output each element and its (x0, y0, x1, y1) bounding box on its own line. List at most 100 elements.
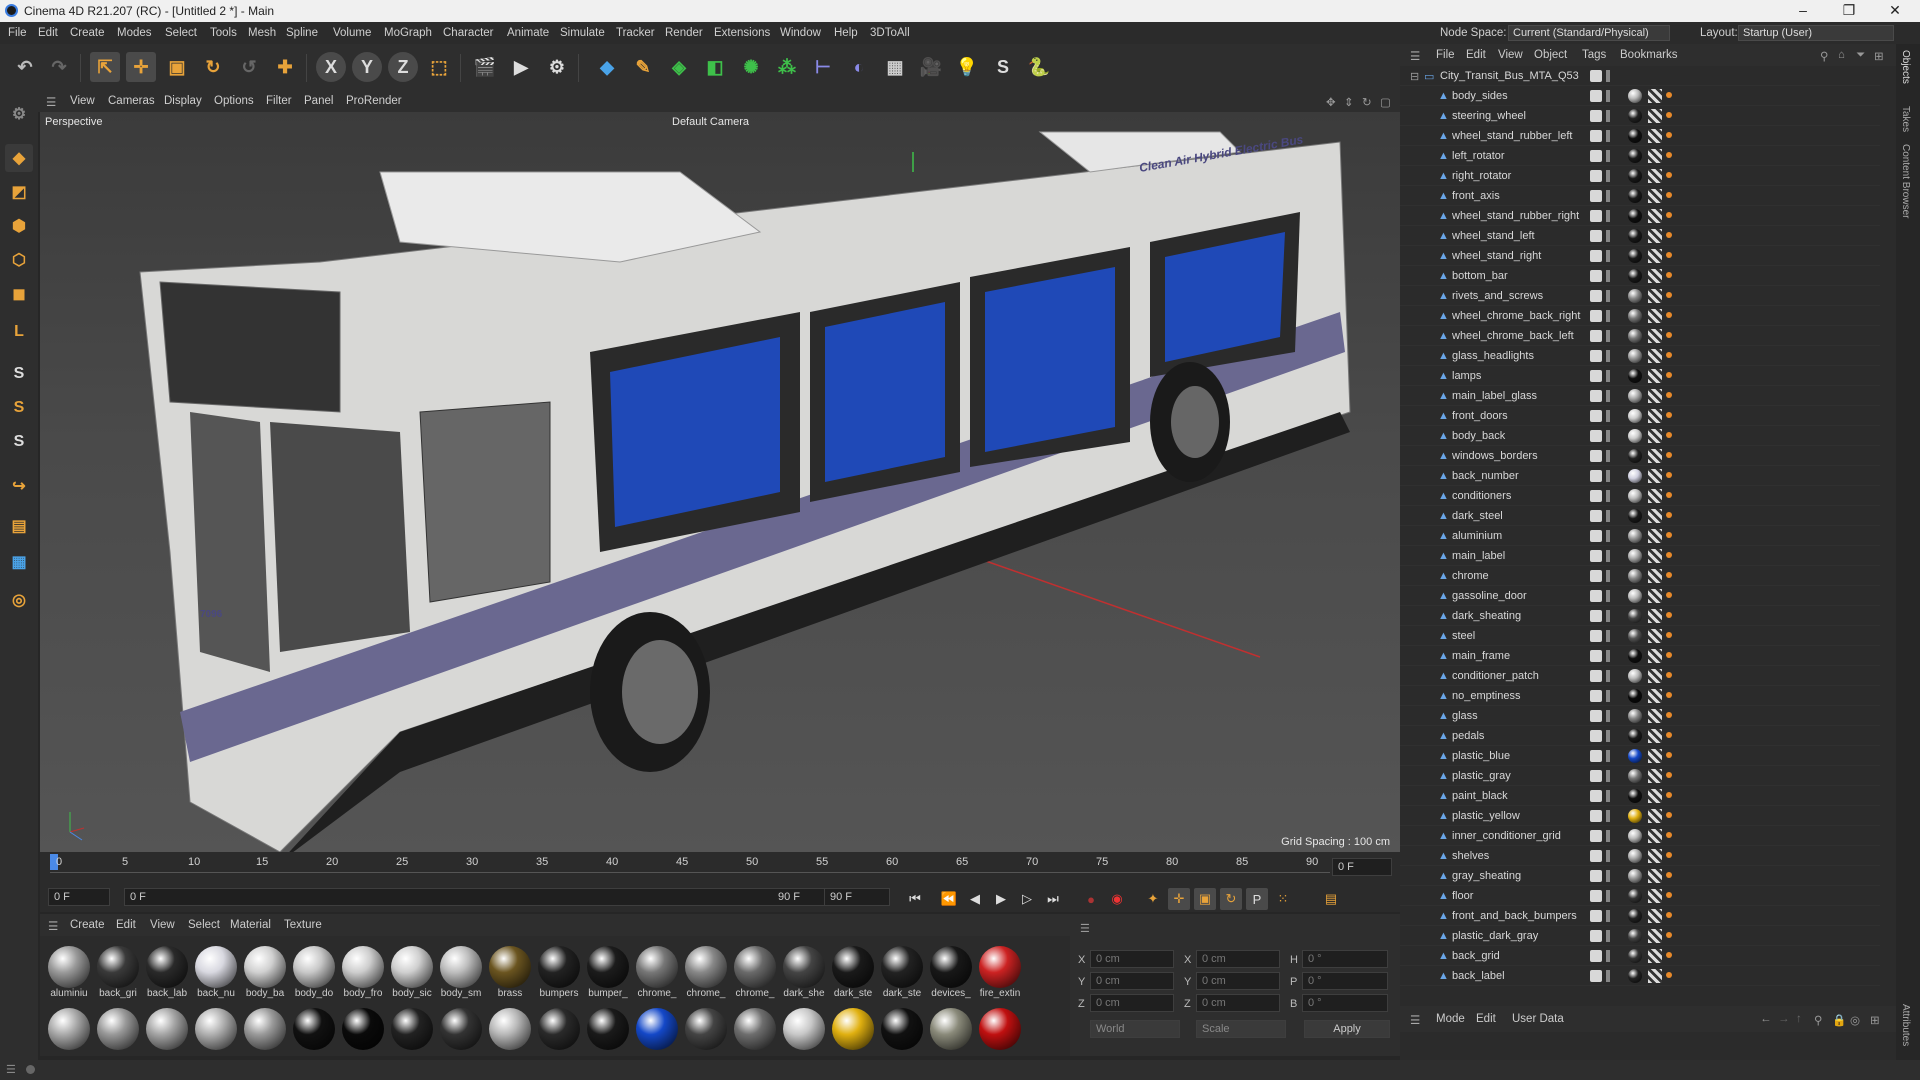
material-tag-icon[interactable] (1628, 649, 1642, 663)
phong-tag-icon[interactable] (1666, 472, 1672, 478)
phong-tag-icon[interactable] (1666, 352, 1672, 358)
object-name[interactable]: wheel_stand_right (1452, 250, 1541, 262)
material-swatch[interactable]: fire_extin (977, 944, 1023, 1006)
phong-tag-icon[interactable] (1666, 972, 1672, 978)
end-frame-field[interactable]: 90 F (824, 888, 890, 906)
texture-tag-icon[interactable] (1648, 489, 1662, 503)
material-swatch[interactable] (732, 1006, 778, 1068)
menu-character[interactable]: Character (443, 27, 494, 39)
material-menu-material[interactable]: Material (230, 919, 271, 931)
coordinate-system-select[interactable]: World (1090, 1020, 1180, 1038)
phong-tag-icon[interactable] (1666, 132, 1672, 138)
timeline-window-icon[interactable]: ▤ (1320, 888, 1342, 910)
object-name[interactable]: plastic_blue (1452, 750, 1510, 762)
h-rotation-field[interactable]: 0 ° (1302, 950, 1388, 968)
material-swatch[interactable] (928, 1006, 974, 1068)
object-name[interactable]: gassoline_door (1452, 590, 1527, 602)
phong-tag-icon[interactable] (1666, 512, 1672, 518)
phong-tag-icon[interactable] (1666, 432, 1672, 438)
object-row[interactable]: ▲ floor (1400, 886, 1880, 906)
object-row[interactable]: ▲ rivets_and_screws (1400, 286, 1880, 306)
visibility-toggle[interactable] (1590, 550, 1602, 562)
texture-tag-icon[interactable] (1648, 389, 1662, 403)
object-row[interactable]: ▲ dark_sheating (1400, 606, 1880, 626)
material-tag-icon[interactable] (1628, 729, 1642, 743)
visibility-toggle[interactable] (1590, 690, 1602, 702)
texture-tag-icon[interactable] (1648, 869, 1662, 883)
visibility-toggle[interactable] (1590, 610, 1602, 622)
menu-modes[interactable]: Modes (117, 27, 152, 39)
material-swatch[interactable]: body_ba (242, 944, 288, 1006)
render-toggle[interactable] (1606, 630, 1610, 642)
phong-tag-icon[interactable] (1666, 152, 1672, 158)
key-pla-icon[interactable]: ⁙ (1272, 888, 1294, 910)
material-tag-icon[interactable] (1628, 789, 1642, 803)
key-rotation-icon[interactable]: ↻ (1220, 888, 1242, 910)
render-toggle[interactable] (1606, 270, 1610, 282)
render-toggle[interactable] (1606, 870, 1610, 882)
render-settings-icon[interactable]: ⚙ (542, 52, 572, 82)
menu-3dtoall[interactable]: 3DToAll (870, 27, 910, 39)
keyframe-selection-icon[interactable]: ✦ (1142, 888, 1164, 910)
up-arrow-icon[interactable]: ↑ (1796, 1013, 1802, 1025)
tab-objects[interactable]: Objects (1900, 50, 1911, 84)
material-swatch[interactable] (536, 1006, 582, 1068)
visibility-toggle[interactable] (1590, 750, 1602, 762)
render-toggle[interactable] (1606, 890, 1610, 902)
visibility-toggle[interactable] (1590, 250, 1602, 262)
menu-window[interactable]: Window (780, 27, 821, 39)
visibility-toggle[interactable] (1590, 290, 1602, 302)
object-name[interactable]: steering_wheel (1452, 110, 1526, 122)
object-row[interactable]: ▲ wheel_chrome_back_left (1400, 326, 1880, 346)
material-tag-icon[interactable] (1628, 369, 1642, 383)
viewport-menu-panel[interactable]: Panel (304, 95, 333, 107)
viewport-menu-prorender[interactable]: ProRender (346, 95, 402, 107)
material-tag-icon[interactable] (1628, 969, 1642, 983)
autokey-icon[interactable]: ◉ (1106, 888, 1128, 910)
material-tag-icon[interactable] (1628, 149, 1642, 163)
object-name[interactable]: main_label (1452, 550, 1505, 562)
object-row[interactable]: ▲ steering_wheel (1400, 106, 1880, 126)
phong-tag-icon[interactable] (1666, 492, 1672, 498)
menu-mesh[interactable]: Mesh (248, 27, 276, 39)
object-name[interactable]: plastic_dark_gray (1452, 930, 1538, 942)
object-name[interactable]: floor (1452, 890, 1473, 902)
object-name[interactable]: glass_headlights (1452, 350, 1534, 362)
polygons-mode-icon[interactable]: ◼ (5, 280, 33, 308)
viewport-hamburger-icon[interactable]: ☰ (46, 95, 56, 109)
render-toggle[interactable] (1606, 110, 1610, 122)
menu-edit[interactable]: Edit (38, 27, 58, 39)
material-tag-icon[interactable] (1628, 909, 1642, 923)
material-tag-icon[interactable] (1628, 589, 1642, 603)
material-tag-icon[interactable] (1628, 849, 1642, 863)
material-swatch[interactable] (977, 1006, 1023, 1068)
object-name[interactable]: wheel_stand_left (1452, 230, 1535, 242)
render-toggle[interactable] (1606, 530, 1610, 542)
material-tag-icon[interactable] (1628, 489, 1642, 503)
object-row[interactable]: ▲ lamps (1400, 366, 1880, 386)
texture-tag-icon[interactable] (1648, 409, 1662, 423)
object-row[interactable]: ▲ aluminium (1400, 526, 1880, 546)
visibility-toggle[interactable] (1590, 510, 1602, 522)
render-toggle[interactable] (1606, 230, 1610, 242)
record-icon[interactable]: ● (1080, 888, 1102, 910)
phong-tag-icon[interactable] (1666, 112, 1672, 118)
object-name[interactable]: inner_conditioner_grid (1452, 830, 1561, 842)
object-name[interactable]: front_and_back_bumpers (1452, 910, 1577, 922)
visibility-toggle[interactable] (1590, 370, 1602, 382)
object-name[interactable]: glass (1452, 710, 1478, 722)
material-tag-icon[interactable] (1628, 929, 1642, 943)
object-name[interactable]: gray_sheating (1452, 870, 1521, 882)
viewport-menu-display[interactable]: Display (164, 95, 202, 107)
rotate-icon[interactable]: ↻ (198, 52, 228, 82)
render-toggle[interactable] (1606, 210, 1610, 222)
search-icon[interactable]: ⚲ (1820, 49, 1828, 63)
material-tag-icon[interactable] (1628, 309, 1642, 323)
material-swatch[interactable]: body_fro (340, 944, 386, 1006)
status-menu-icon[interactable]: ☰ (6, 1063, 16, 1076)
texture-tag-icon[interactable] (1648, 969, 1662, 983)
texture-tag-icon[interactable] (1648, 629, 1662, 643)
material-tag-icon[interactable] (1628, 169, 1642, 183)
phong-tag-icon[interactable] (1666, 212, 1672, 218)
z-size-field[interactable]: 0 cm (1196, 994, 1280, 1012)
